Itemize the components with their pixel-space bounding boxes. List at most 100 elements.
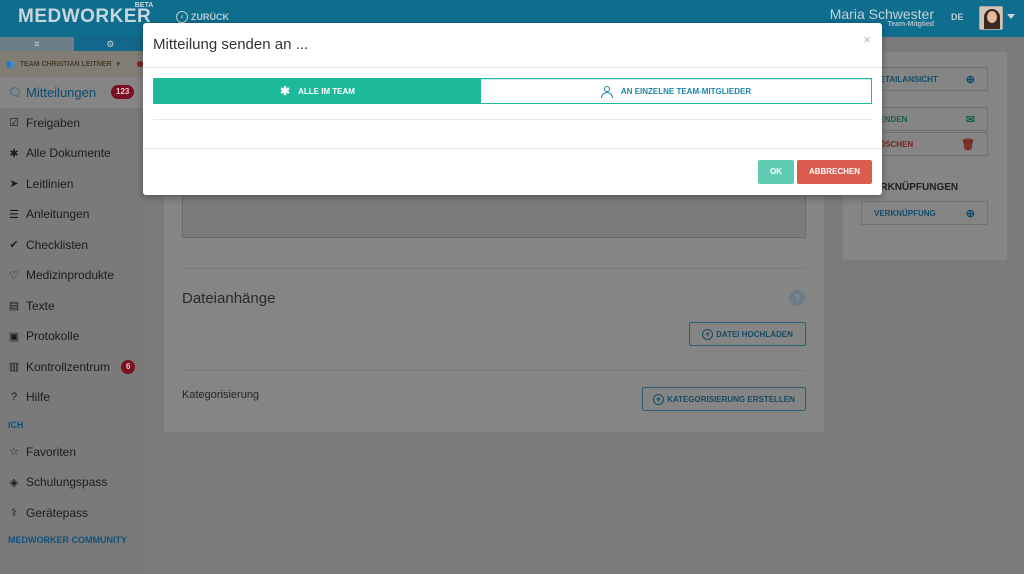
list-icon: ☰: [9, 208, 19, 221]
sidebar-item-label: Schulungspass: [26, 475, 108, 490]
category-button-label: KATEGORISIERUNG ERSTELLEN: [667, 394, 795, 404]
category-label: Kategorisierung: [182, 389, 260, 401]
avatar[interactable]: [979, 6, 1003, 30]
send-icon: ➤: [9, 178, 19, 191]
app: MEDWORKER BETA ‹ ZURÜCK Maria Schwester …: [0, 0, 1024, 574]
sidebar-item-label: Protokolle: [26, 329, 80, 344]
plus-circle-icon: ⊕: [965, 207, 975, 220]
sidebar-item-label: Favoriten: [26, 444, 77, 459]
create-category-button[interactable]: + KATEGORISIERUNG ERSTELLEN: [642, 387, 806, 411]
message-textarea[interactable]: [182, 196, 806, 238]
back-button[interactable]: ‹ ZURÜCK: [176, 11, 229, 23]
sidebar-item-label: Anleitungen: [26, 207, 90, 222]
help-icon[interactable]: ?: [789, 290, 805, 306]
sidebar-item-protokolle[interactable]: ▣ Protokolle: [0, 321, 147, 352]
language-switch[interactable]: DE: [951, 12, 964, 22]
team-name: TEAM CHRISTIAN LEITNER: [19, 60, 112, 68]
sidebar-item-label: Kontrollzentrum: [26, 359, 111, 374]
upload-file-button[interactable]: + DATEI HOCHLADEN: [689, 322, 806, 346]
chevron-down-icon[interactable]: [1007, 14, 1015, 19]
user-name[interactable]: Maria Schwester: [830, 6, 934, 22]
sidebar-item-label: Medizinprodukte: [26, 268, 115, 283]
check-square-icon: ☑: [9, 117, 19, 130]
divider: [182, 268, 806, 269]
sidebar-item-label: Hilfe: [26, 390, 51, 405]
star-icon: ☆: [9, 446, 19, 459]
team-icon: 👥: [6, 61, 15, 68]
dialog-footer-divider: [143, 148, 882, 149]
book-icon: ▤: [8, 300, 20, 313]
chevron-down-icon: ▾: [116, 61, 121, 68]
option-all-in-team[interactable]: ✱ ALLE IM TEAM: [154, 79, 481, 103]
sidebar-item-anleitungen[interactable]: ☰ Anleitungen: [0, 199, 147, 230]
sidebar-item-label: Checklisten: [26, 237, 89, 252]
dialog-body-divider: [153, 119, 872, 120]
logo-text: MEDWORKER: [18, 6, 152, 27]
sidebar-item-label: Gerätepass: [26, 505, 89, 520]
option-all-label: ALLE IM TEAM: [298, 86, 355, 96]
option-individual-label: AN EINZELNE TEAM-MITGLIEDER: [620, 87, 752, 96]
plus-circle-icon: +: [653, 393, 665, 405]
sidebar-item-label: Mitteilungen: [26, 84, 97, 100]
sidebar-item-label: Alle Dokumente: [26, 146, 111, 161]
chat-icon: 🗨: [8, 86, 22, 99]
send-message-dialog: Mitteilung senden an ... × ✱ ALLE IM TEA…: [143, 23, 882, 195]
plus-circle-icon: +: [702, 328, 714, 340]
check-circle-icon: ✔: [9, 239, 19, 252]
bar-chart-icon: ▥: [8, 361, 20, 374]
sidebar-item-checklisten[interactable]: ✔ Checklisten: [0, 230, 147, 261]
envelope-icon: ✉: [965, 113, 975, 126]
dialog-header-divider: [143, 67, 882, 68]
recipient-selector: ✱ ALLE IM TEAM AN EINZELNE TEAM-MITGLIED…: [153, 78, 872, 104]
detail-view-label: DETAILANSICHT: [874, 74, 938, 84]
avatar-face: [987, 11, 997, 23]
clipboard-icon: ▣: [8, 330, 20, 343]
sidebar-item-mitteilungen[interactable]: 🗨 Mitteilungen 123: [0, 77, 147, 108]
stethoscope-icon: ⚕: [11, 507, 17, 520]
asterisk-icon: ✱: [280, 84, 291, 98]
count-badge: 6: [121, 359, 136, 374]
sidebar-item-label: Texte: [26, 298, 55, 313]
ok-button[interactable]: OK: [758, 160, 794, 184]
trash-icon: 🗑: [961, 138, 975, 151]
upload-button-label: DATEI HOCHLADEN: [716, 329, 793, 339]
question-icon: ?: [10, 391, 18, 404]
attachments-heading: Dateianhänge: [182, 290, 276, 307]
user-role: Team-Mitglied: [887, 21, 934, 28]
settings-tab[interactable]: ⚙: [73, 37, 147, 51]
heart-pulse-icon: ♡: [9, 269, 19, 282]
option-individual-members[interactable]: AN EINZELNE TEAM-MITGLIEDER: [481, 79, 871, 103]
link-button-label: VERKNÜPFUNG: [874, 208, 936, 218]
sidebar-item-hilfe[interactable]: ? Hilfe: [0, 382, 147, 413]
sidebar-item-kontrollzentrum[interactable]: ▥ Kontrollzentrum 6: [0, 352, 147, 383]
sidebar-item-label: Freigaben: [26, 115, 81, 130]
arrow-left-icon: ‹: [176, 11, 188, 23]
section-heading-community: MEDWORKER COMMUNITY: [8, 535, 127, 545]
divider: [182, 370, 806, 371]
sidebar-tabs: ≡ ⚙: [0, 37, 147, 51]
section-heading-ich: ICH: [8, 419, 24, 430]
dialog-title: Mitteilung senden an ...: [153, 36, 309, 53]
menu-tab[interactable]: ≡: [0, 37, 74, 51]
sidebar-item-schulungspass[interactable]: ◈ Schulungspass: [0, 467, 147, 498]
zoom-in-icon: ⊕: [965, 73, 975, 86]
user-icon: [600, 85, 613, 98]
sidebar-item-geraetepass[interactable]: ⚕ Gerätepass: [0, 498, 147, 529]
sidebar-item-favoriten[interactable]: ☆ Favoriten: [0, 437, 147, 468]
cancel-button[interactable]: ABBRECHEN: [797, 160, 872, 184]
asterisk-icon: ✱: [9, 147, 19, 160]
sidebar: ≡ ⚙ 👥 TEAM CHRISTIAN LEITNER ▾ 🗨 Mitteil…: [0, 37, 147, 574]
sidebar-item-leitlinien[interactable]: ➤ Leitlinien: [0, 169, 147, 200]
team-selector[interactable]: 👥 TEAM CHRISTIAN LEITNER ▾: [0, 51, 147, 77]
close-icon[interactable]: ×: [863, 32, 871, 47]
add-link-button[interactable]: VERKNÜPFUNG ⊕: [861, 201, 988, 225]
sidebar-item-texte[interactable]: ▤ Texte: [0, 291, 147, 322]
beta-label: BETA: [134, 2, 154, 9]
logo[interactable]: MEDWORKER BETA: [18, 2, 153, 28]
back-label: ZURÜCK: [191, 12, 229, 22]
sidebar-item-alle-dokumente[interactable]: ✱ Alle Dokumente: [0, 138, 147, 169]
sidebar-item-freigaben[interactable]: ☑ Freigaben: [0, 108, 147, 139]
sidebar-item-medizinprodukte[interactable]: ♡ Medizinprodukte: [0, 260, 147, 291]
sidebar-item-label: Leitlinien: [26, 176, 74, 191]
count-badge: 123: [111, 85, 135, 100]
